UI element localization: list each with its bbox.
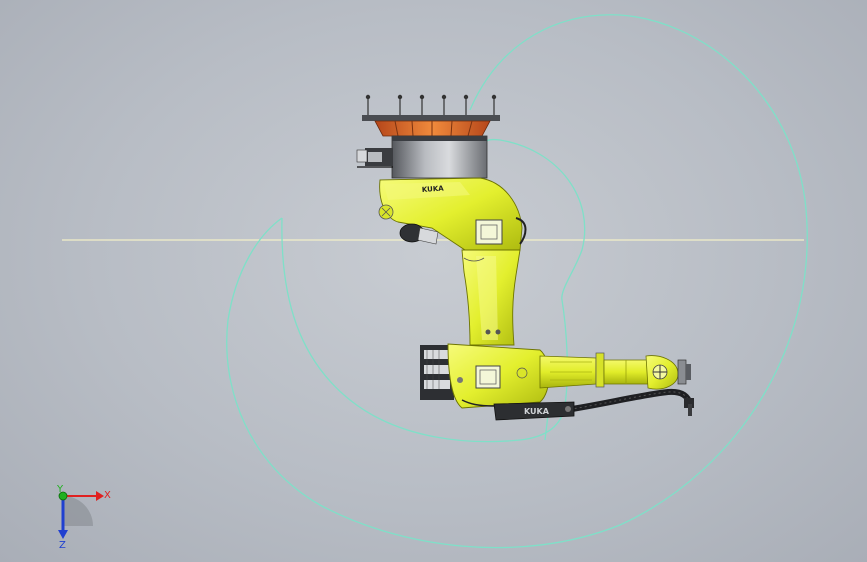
base-plate — [362, 115, 500, 121]
work-envelope — [226, 14, 808, 549]
robot-base[interactable] — [356, 94, 500, 179]
forearm-brand-label: KUKA — [524, 407, 550, 416]
triad-y-label: Y — [56, 484, 64, 495]
robot-wrist[interactable] — [645, 355, 691, 390]
robot-scene[interactable]: KUKA KUKA X Y Z — [0, 0, 867, 562]
base-bolts — [365, 94, 497, 117]
envelope-notch — [544, 414, 549, 441]
robot-cable — [564, 388, 694, 416]
robot-forearm[interactable] — [539, 352, 651, 389]
triad-x-label: X — [104, 490, 111, 501]
shoulder-motor-cover — [475, 219, 503, 245]
cad-viewport[interactable]: KUKA KUKA X Y Z — [0, 0, 867, 562]
coordinate-triad[interactable]: X Y Z — [56, 484, 111, 551]
robot-elbow[interactable] — [420, 343, 550, 409]
robot-upper-arm[interactable] — [461, 249, 521, 346]
robot-shoulder[interactable]: KUKA — [378, 177, 527, 251]
tool-flange — [677, 359, 687, 385]
shoulder-brand-label: KUKA — [422, 184, 445, 194]
base-connector — [356, 148, 393, 168]
base-cylinder — [391, 135, 488, 179]
envelope-outer-arc — [226, 14, 808, 549]
triad-z-label: Z — [59, 540, 66, 551]
